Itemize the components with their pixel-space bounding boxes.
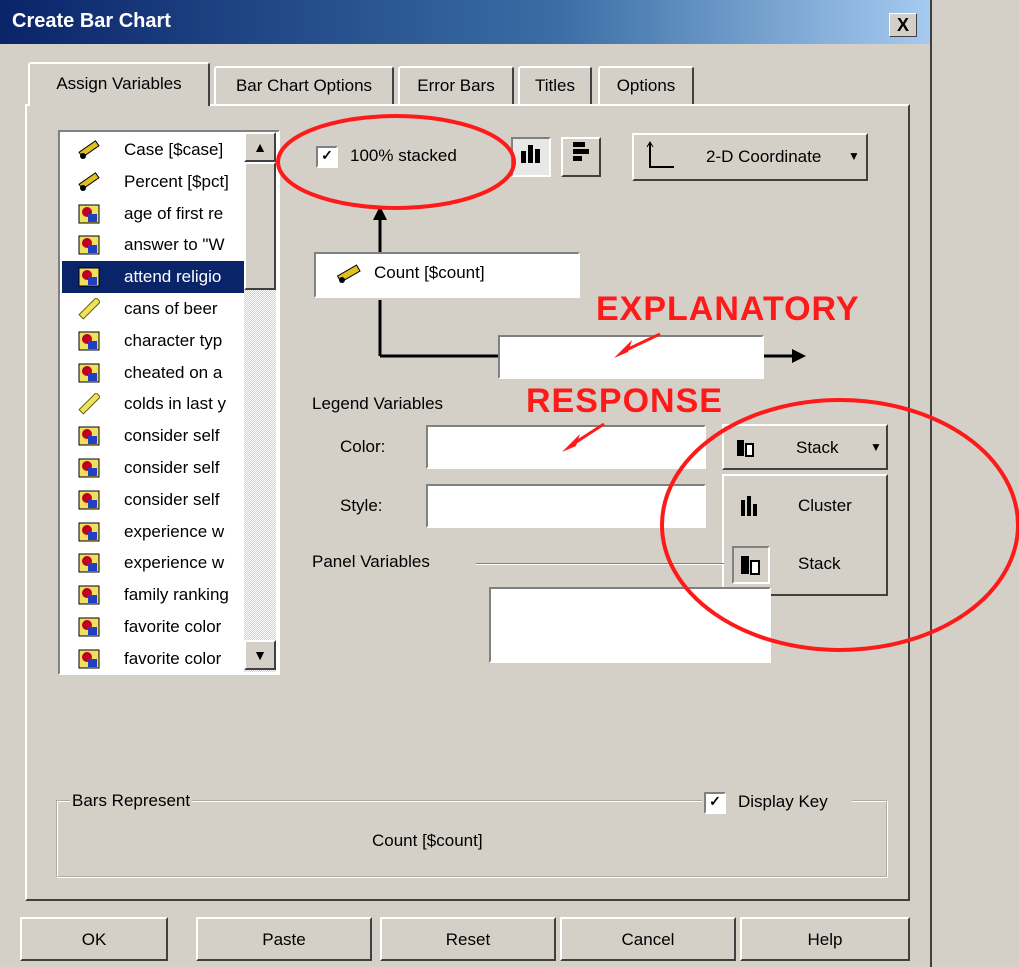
display-key-checkbox[interactable]: ✓ xyxy=(704,792,726,814)
reset-button[interactable]: Reset xyxy=(380,917,556,961)
display-key-option[interactable]: ✓ Display Key xyxy=(702,792,852,814)
display-key-label: Display Key xyxy=(738,792,828,811)
tab-assign-variables[interactable]: Assign Variables xyxy=(28,62,210,106)
tab-join xyxy=(30,104,208,108)
ok-button[interactable]: OK xyxy=(20,917,168,961)
paste-button[interactable]: Paste xyxy=(196,917,372,961)
bars-represent-heading: Bars Represent xyxy=(70,791,193,811)
bars-represent-value: Count [$count] xyxy=(372,831,483,850)
cancel-button[interactable]: Cancel xyxy=(560,917,736,961)
help-button[interactable]: Help xyxy=(740,917,910,961)
